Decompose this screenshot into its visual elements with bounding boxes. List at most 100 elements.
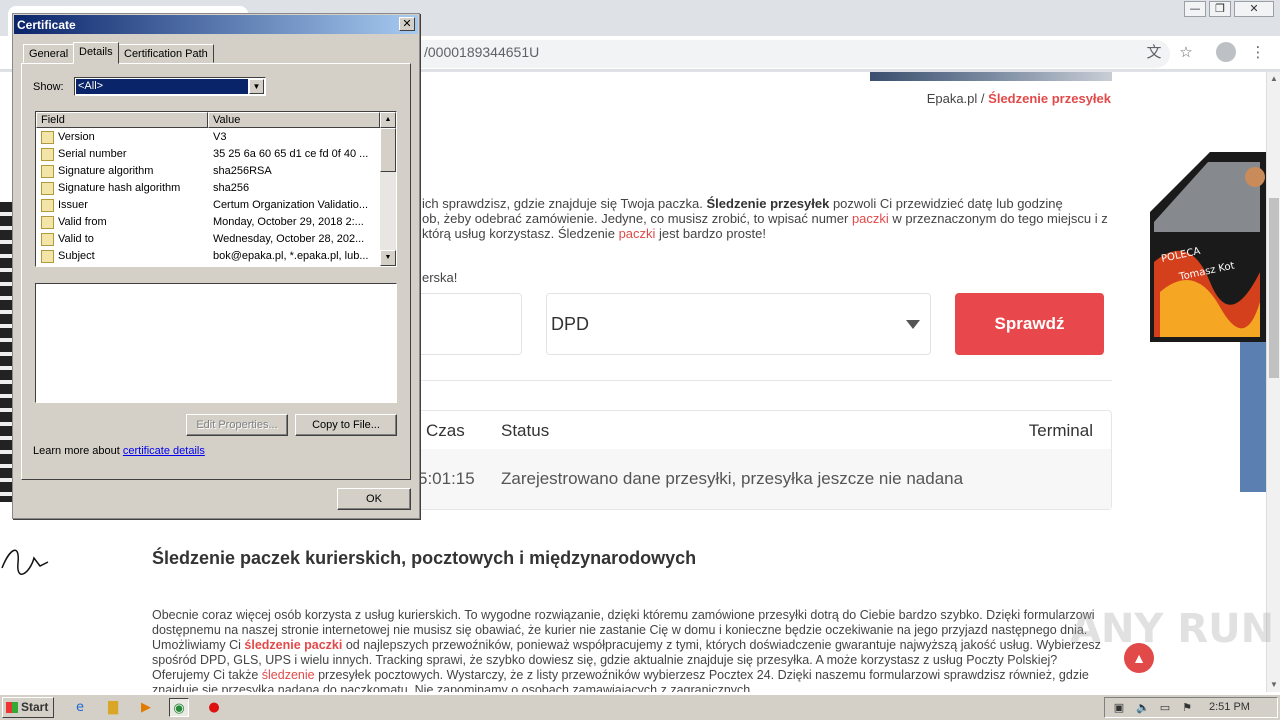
cell-time: 5:01:15 [418,469,475,488]
tab-certification-path[interactable]: Certification Path [118,44,214,63]
article-text: Obecnie coraz więcej osób korzysta z usł… [152,608,1108,692]
tab-details[interactable]: Details [73,42,119,64]
breadcrumb: Epaka.pl / Śledzenie przesyłek [927,91,1111,106]
list-item[interactable]: Signature algorithm sha256RSA [36,163,380,180]
certificate-field-icon [41,131,54,144]
scroll-down-icon[interactable]: ▼ [1267,678,1280,692]
network-icon[interactable]: ▣ [1111,700,1127,716]
intro-link[interactable]: paczki [619,226,656,241]
page-scrollbar[interactable]: ▲ ▼ [1266,72,1280,692]
carrier-select-value: DPD [551,314,590,334]
scroll-down-icon[interactable]: ▼ [380,250,396,266]
intro-link[interactable]: paczki [852,211,889,226]
profile-icon[interactable] [1216,42,1236,62]
internet-explorer-icon[interactable]: e [70,698,90,717]
field-name: Version [58,131,95,143]
scroll-up-icon[interactable]: ▲ [1267,72,1280,86]
start-label: Start [21,700,49,714]
col-header-value[interactable]: Value [208,112,380,128]
media-player-icon[interactable]: ▶ [136,698,156,717]
close-window-button[interactable]: ✕ [1234,1,1274,17]
carrier-select[interactable]: DPD [546,293,931,355]
article-link[interactable]: śledzenie [262,668,315,682]
dialog-title-bar[interactable]: Certificate ✕ [14,15,418,34]
article-link[interactable]: śledzenie paczki [244,638,342,652]
maximize-button[interactable]: ❐ [1209,1,1231,17]
field-value: sha256 [213,182,250,194]
intro-part: ich sprawdzisz, gdzie znajduje się Twoja… [422,196,703,211]
field-name: Subject [58,250,95,262]
power-icon[interactable]: ▭ [1157,700,1173,716]
breadcrumb-separator: / [980,91,985,106]
url-text[interactable]: /0000189344651U [424,44,539,60]
field-detail-box[interactable] [35,283,397,403]
taskbar: Start e ▇ ▶ ◉ ● ▣ 🔈 ▭ ⚑ 2:51 PM [0,694,1280,720]
star-icon[interactable]: ☆ [1176,42,1196,62]
col-header-time: Czas [426,421,465,440]
breadcrumb-home[interactable]: Epaka.pl [927,91,978,106]
edit-properties-button[interactable]: Edit Properties... [186,414,288,436]
check-button[interactable]: Sprawdź [955,293,1104,355]
list-scrollbar[interactable]: ▲ ▼ [380,112,396,266]
start-button[interactable]: Start [2,697,54,718]
chevron-down-icon [906,320,920,329]
field-name: Signature algorithm [58,165,154,177]
field-value: Monday, October 29, 2018 2:... [213,216,364,228]
security-app-icon[interactable]: ● [204,698,224,717]
show-select-value: <All> [76,79,248,94]
breadcrumb-current: Śledzenie przesyłek [988,91,1111,106]
list-item[interactable]: Signature hash algorithm sha256 [36,180,380,197]
translate-icon[interactable]: 文 [1144,42,1164,62]
tracking-table: Czas Status Terminal 5:01:15 Zarejestrow… [400,410,1112,510]
cell-status: Zarejestrowano dane przesyłki, przesyłka… [501,469,964,488]
col-header-field[interactable]: Field [36,112,208,128]
certificate-field-icon [41,250,54,263]
certificate-dialog: Certificate ✕ General Details Certificat… [12,13,420,519]
copy-to-file-button[interactable]: Copy to File... [295,414,397,436]
scroll-up-icon[interactable]: ▲ [380,112,396,128]
chevron-down-icon[interactable]: ▼ [249,79,264,94]
list-item[interactable]: Subject bok@epaka.pl, *.epaka.pl, lub... [36,248,380,265]
list-item[interactable]: Valid to Wednesday, October 28, 202... [36,231,380,248]
chrome-icon[interactable]: ◉ [169,698,189,717]
field-value: Wednesday, October 28, 202... [213,233,365,245]
scroll-thumb[interactable] [1269,198,1279,378]
certificate-details-link[interactable]: certificate details [123,445,205,457]
windows-logo-icon [6,702,18,713]
list-item[interactable]: Valid from Monday, October 29, 2018 2:..… [36,214,380,231]
system-tray: ▣ 🔈 ▭ ⚑ 2:51 PM [1104,697,1278,718]
close-icon[interactable]: ✕ [399,17,415,31]
list-item[interactable]: Serial number 35 25 6a 60 65 d1 ce fd 0f… [36,146,380,163]
intro-part: jest bardzo proste! [659,226,766,241]
volume-icon[interactable]: 🔈 [1135,700,1151,716]
clock[interactable]: 2:51 PM [1209,701,1250,713]
intro-part: którą usług korzystasz. Śledzenie [422,226,615,241]
hero-image [870,72,1112,81]
scroll-thumb[interactable] [380,128,396,172]
list-item[interactable]: Issuer Certum Organization Validatio... [36,197,380,214]
intro-part: ob, żeby odebrać zamówienie. Jedyne, co … [422,211,849,226]
signature-image [1,549,49,575]
minimize-button[interactable]: — [1184,1,1206,17]
flag-icon[interactable]: ⚑ [1179,700,1195,716]
tab-general[interactable]: General [23,44,75,63]
form-hint: erska! [422,270,458,285]
field-value: sha256RSA [213,165,272,177]
menu-icon[interactable]: ⋮ [1248,42,1268,62]
col-header-terminal: Terminal [1028,421,1093,440]
certificate-field-icon [41,216,54,229]
divider [420,380,1112,381]
field-name: Signature hash algorithm [58,182,181,194]
ok-button[interactable]: OK [337,488,411,510]
certificate-field-icon [41,148,54,161]
watermark: ANY RUN [1070,606,1275,652]
intro-part: w przeznaczonym do tego miejscu i z [892,211,1108,226]
learn-more-text: Learn more about certificate details [33,445,205,457]
section-title: Śledzenie paczek kurierskich, pocztowych… [152,548,697,568]
certificate-field-icon [41,182,54,195]
folder-icon[interactable]: ▇ [103,698,123,717]
intro-part: pozwoli Ci przewidzieć datę lub godzinę [832,196,1063,211]
certificate-field-icon [41,165,54,178]
show-select[interactable]: <All> ▼ [74,77,266,96]
list-item[interactable]: Version V3 [36,129,380,146]
